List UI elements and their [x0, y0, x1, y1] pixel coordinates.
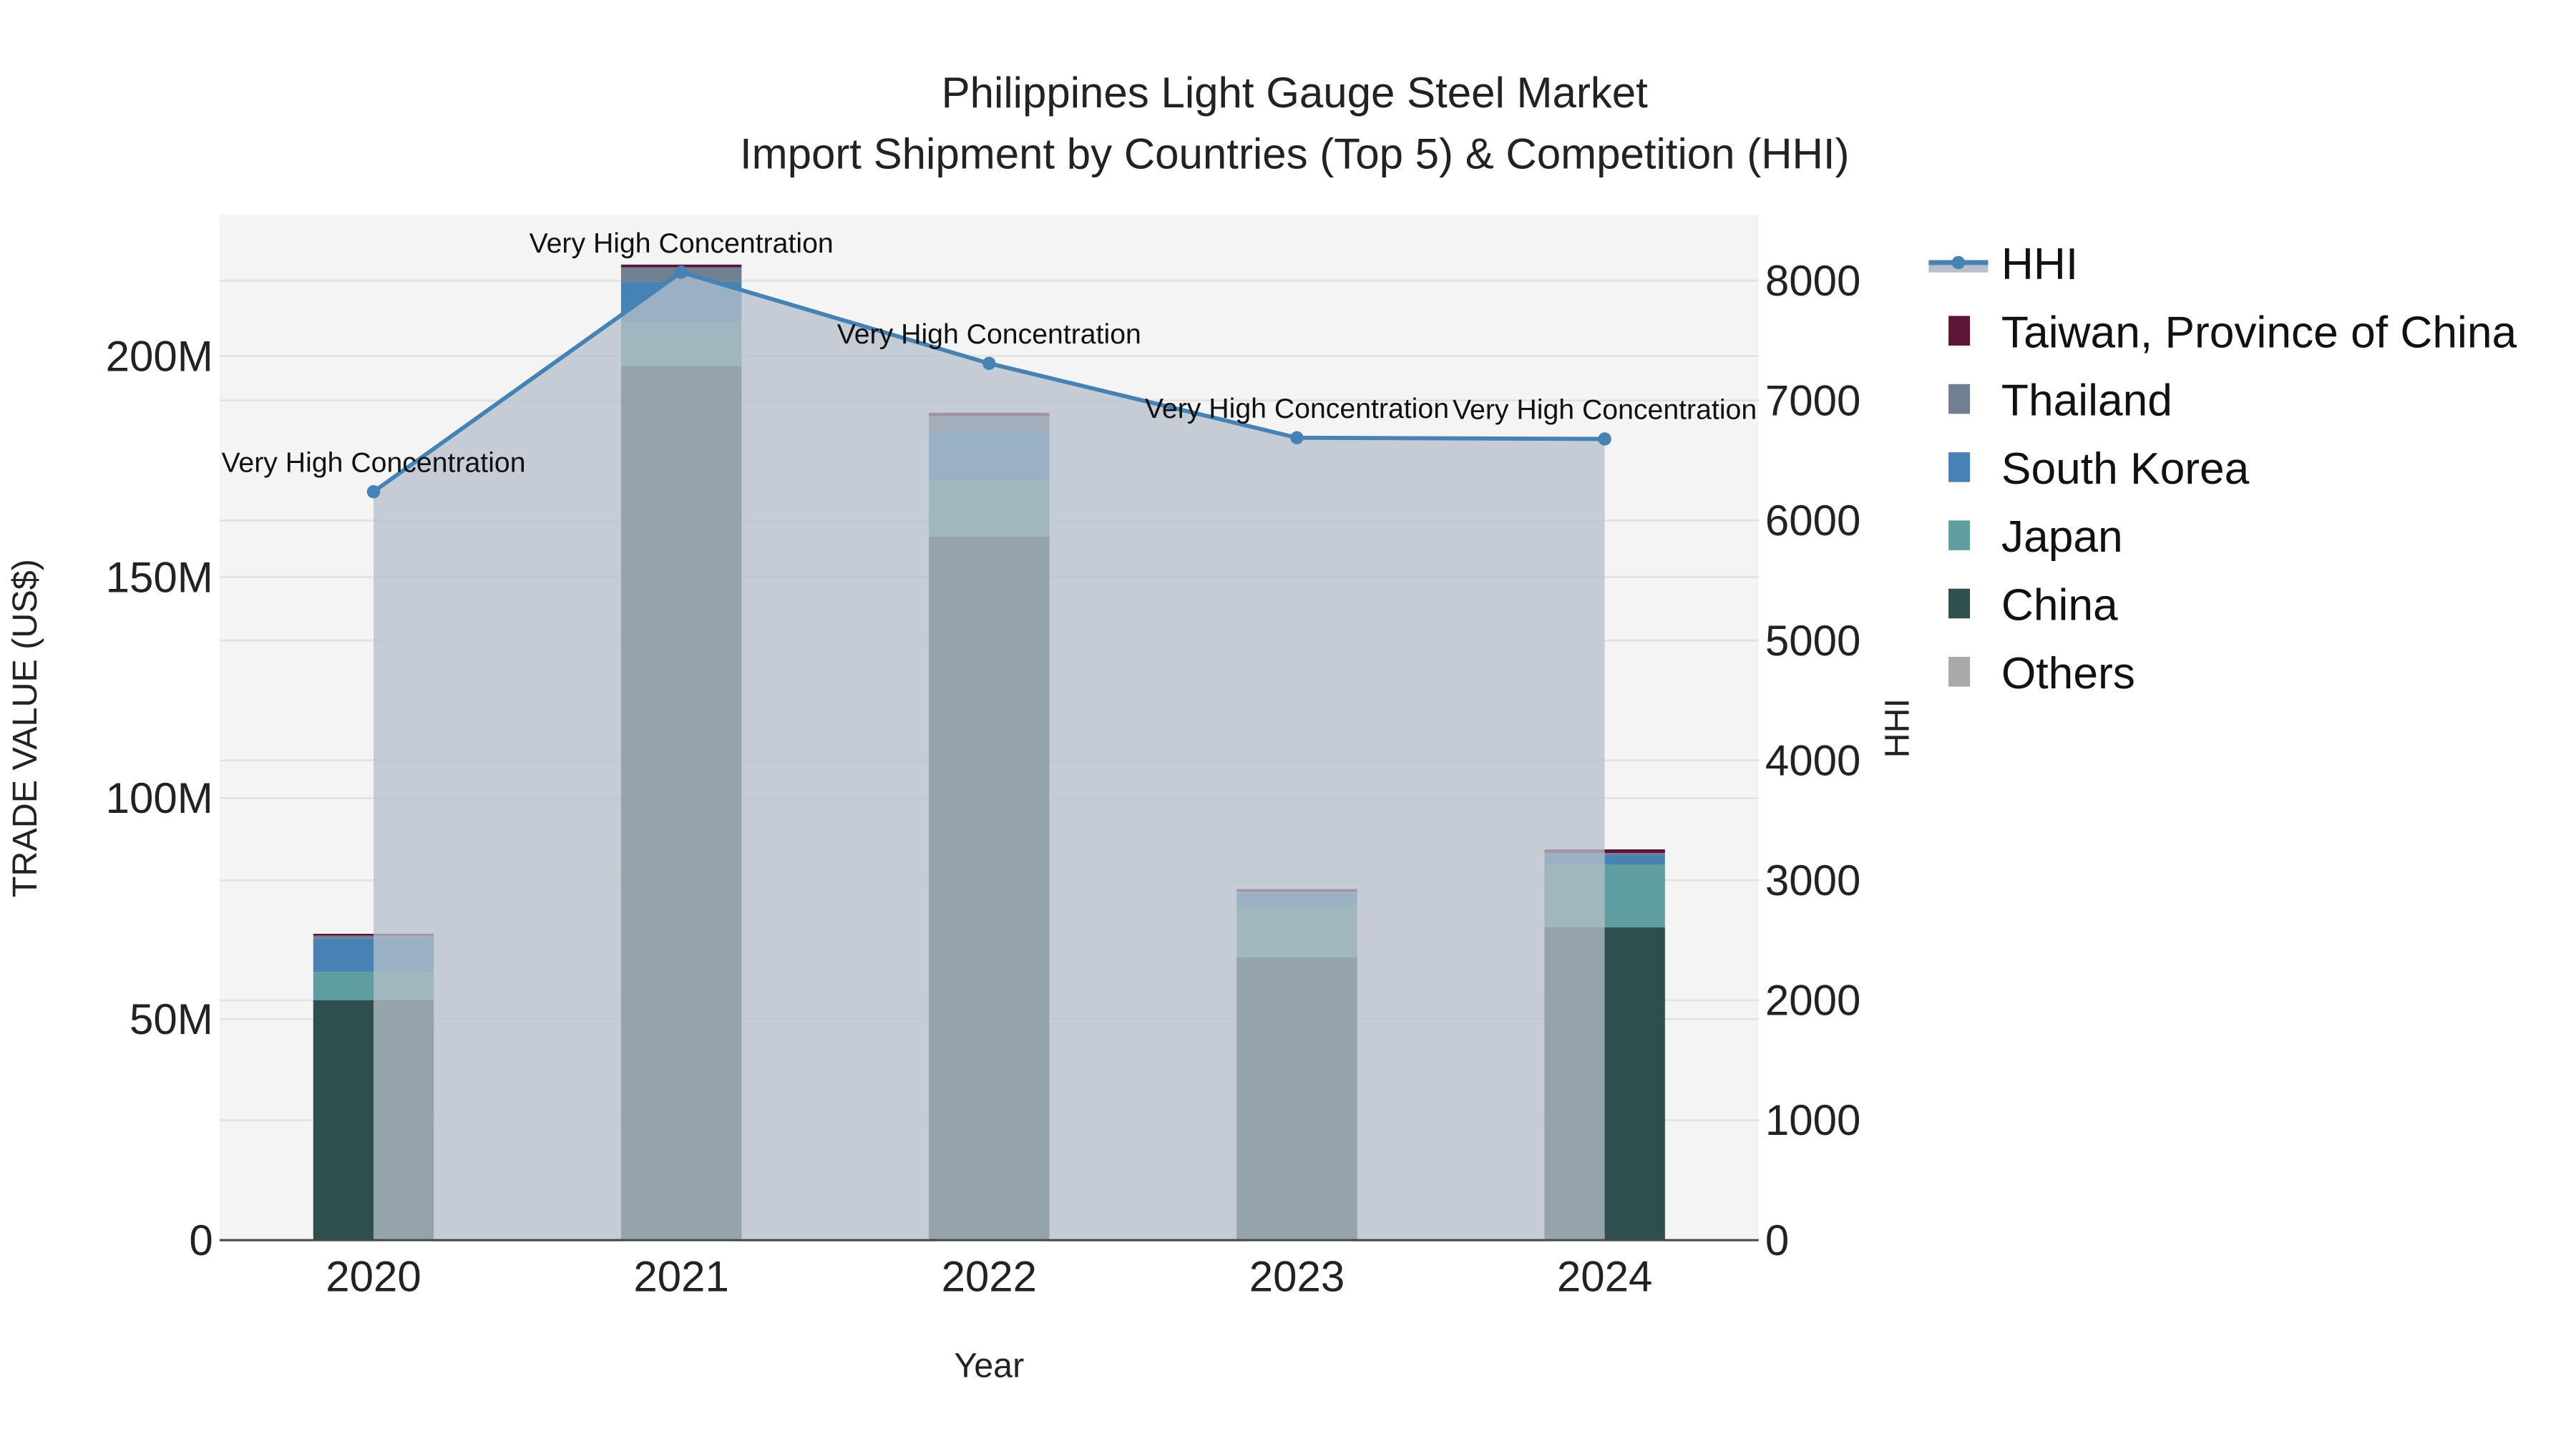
y2-tick-label: 5000 — [1765, 617, 1860, 665]
legend-swatch — [1948, 588, 1971, 619]
hhi-annotation: Very High Concentration — [530, 228, 834, 259]
y2-tick-label: 8000 — [1765, 257, 1860, 305]
legend-swatch-hhi-marker — [1951, 255, 1966, 270]
x-tick-label: 2024 — [1557, 1253, 1652, 1301]
legend-swatch — [1948, 452, 1971, 482]
y-tick-label: 100M — [106, 774, 213, 822]
legend-label: Thailand — [2001, 376, 2172, 426]
y2-tick-label: 4000 — [1765, 736, 1860, 784]
hhi-point-2020 — [366, 484, 381, 499]
legend-label: Taiwan, Province of China — [2001, 308, 2517, 357]
y2-axis-ticks: 0 1000 2000 3000 4000 5000 6000 7000 8000 — [1765, 257, 1860, 1264]
legend-label: Japan — [2001, 512, 2123, 562]
y-tick-label: 150M — [106, 553, 213, 601]
legend-label: South Korea — [2001, 444, 2250, 494]
legend-item-taiwan-province-of-china[interactable]: Taiwan, Province of China — [1948, 308, 2517, 357]
y2-axis-title: HHI — [1878, 698, 1917, 758]
hhi-point-2022 — [982, 356, 996, 371]
legend-label: China — [2001, 581, 2118, 630]
hhi-annotation: Very High Concentration — [837, 318, 1141, 350]
hhi-point-2024 — [1598, 432, 1611, 446]
y-tick-label: 50M — [130, 995, 213, 1043]
x-tick-label: 2020 — [326, 1253, 421, 1301]
legend-swatch — [1948, 520, 1971, 550]
y-tick-label: 0 — [189, 1216, 213, 1264]
y2-tick-label: 1000 — [1765, 1096, 1860, 1144]
hhi-annotation: Very High Concentration — [1145, 393, 1449, 424]
chart-subtitle: Import Shipment by Countries (Top 5) & C… — [740, 130, 1850, 177]
hhi-point-2021 — [674, 265, 688, 279]
legend-swatch — [1948, 316, 1971, 346]
hhi-point-2023 — [1290, 431, 1304, 444]
y2-tick-label: 3000 — [1765, 857, 1860, 904]
legend-label: Others — [2001, 649, 2135, 698]
y2-tick-label: 7000 — [1765, 377, 1860, 425]
y2-tick-label: 6000 — [1765, 497, 1860, 545]
x-tick-label: 2023 — [1249, 1253, 1345, 1301]
y-axis-title: TRADE VALUE (US$) — [6, 559, 44, 897]
chart: Very High ConcentrationVery High Concent… — [0, 0, 2576, 1449]
y2-tick-label: 2000 — [1765, 977, 1860, 1025]
chart-title: Philippines Light Gauge Steel Market — [942, 69, 1649, 117]
x-tick-label: 2022 — [942, 1253, 1037, 1301]
hhi-annotation: Very High Concentration — [1453, 394, 1757, 426]
x-tick-label: 2021 — [633, 1253, 728, 1301]
y2-tick-label: 0 — [1765, 1216, 1789, 1264]
legend-swatch — [1948, 657, 1971, 687]
legend-label: HHI — [2001, 240, 2078, 289]
legend-swatch — [1948, 384, 1971, 414]
y-tick-label: 200M — [106, 332, 213, 380]
x-axis-title: Year — [954, 1347, 1024, 1385]
hhi-annotation: Very High Concentration — [221, 447, 525, 478]
